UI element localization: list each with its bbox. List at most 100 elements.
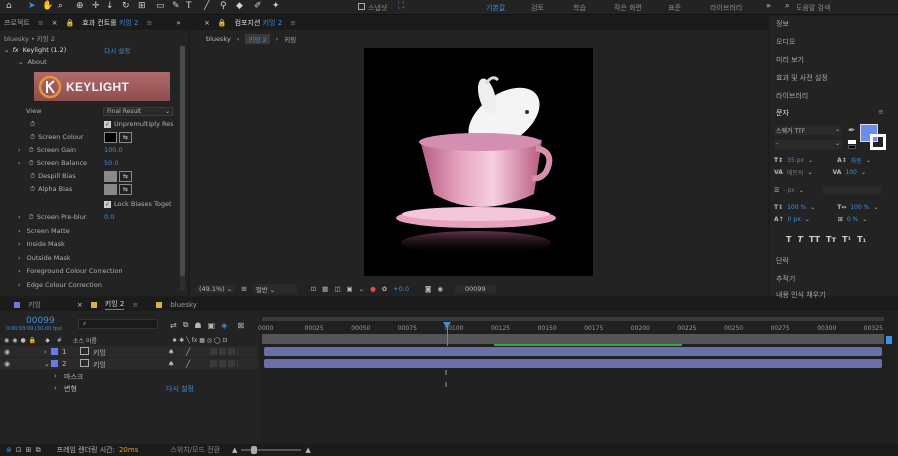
- expand-arrow-icon[interactable]: ›: [18, 213, 21, 221]
- shape-tool-icon[interactable]: ▭: [156, 1, 165, 11]
- workspace-learn[interactable]: 학습: [573, 3, 586, 13]
- grid-icon[interactable]: ▣: [346, 285, 352, 293]
- switch-boxes[interactable]: [210, 348, 238, 355]
- timeline-timecode[interactable]: 00099: [26, 316, 55, 326]
- transform-reset-link[interactable]: 다시 설정: [166, 384, 194, 394]
- expand-arrow-icon[interactable]: ›: [18, 267, 21, 275]
- unpremultiply-checkbox[interactable]: ✓: [104, 120, 111, 128]
- snap-checkbox[interactable]: [358, 3, 365, 10]
- color-channels-icon[interactable]: ●: [370, 285, 376, 293]
- faux-bold-button[interactable]: T: [786, 235, 791, 244]
- tracking-value[interactable]: 100: [845, 169, 856, 176]
- tab-effect-controls[interactable]: 효과 컨트롤 키잉 2: [82, 18, 138, 28]
- selection-tool-icon[interactable]: ➤: [28, 1, 36, 11]
- panel-paragraph[interactable]: 단락: [776, 256, 789, 266]
- shy-switch-icon[interactable]: ♠: [168, 360, 174, 368]
- eyedropper-icon[interactable]: ✒: [848, 126, 856, 136]
- region-icon[interactable]: ⊡: [311, 285, 316, 293]
- workspace-libraries[interactable]: 라이브러리: [710, 3, 742, 13]
- baseline-value[interactable]: 0 px: [788, 216, 801, 223]
- breadcrumb-current[interactable]: 키잉 2: [245, 34, 270, 44]
- dolly-tool-icon[interactable]: ↓: [106, 1, 114, 11]
- stopwatch-icon[interactable]: ⏱: [30, 172, 35, 181]
- screen-colour-swatch[interactable]: [104, 131, 117, 143]
- expand-arrow-icon[interactable]: ›: [18, 281, 21, 289]
- group-inside-mask[interactable]: › Inside Mask: [0, 238, 180, 250]
- quality-switch-icon[interactable]: ╱: [186, 360, 190, 368]
- graph-editor-icon[interactable]: ⊠: [237, 321, 244, 330]
- stopwatch-icon[interactable]: ⏱: [29, 159, 34, 168]
- eraser-tool-icon[interactable]: ◆: [236, 1, 243, 11]
- stopwatch-icon[interactable]: ⏱: [29, 213, 34, 222]
- eyedropper-icon[interactable]: ⇆: [119, 131, 132, 143]
- group-outside-mask[interactable]: › Outside Mask: [0, 252, 180, 264]
- move-tool-icon[interactable]: ✛: [92, 1, 100, 11]
- in-out-icon[interactable]: ⧉: [36, 446, 41, 455]
- panel-info[interactable]: 정보: [776, 19, 789, 29]
- close-icon[interactable]: ×: [77, 301, 83, 309]
- pen-tool-icon[interactable]: ✎: [172, 1, 180, 11]
- layer-switches-icon[interactable]: ⊡: [16, 446, 22, 454]
- lock-biases-checkbox[interactable]: ✓: [104, 200, 111, 208]
- frame-blending-icon[interactable]: ▣: [208, 321, 216, 330]
- white-swatch[interactable]: [848, 140, 856, 144]
- work-area-range[interactable]: [262, 334, 884, 344]
- panel-menu-icon[interactable]: ≡: [878, 108, 884, 116]
- breadcrumb-next[interactable]: 키잉: [284, 34, 296, 44]
- layer-2-duration-bar[interactable]: [264, 359, 882, 368]
- stroke-type-dropdown[interactable]: [821, 186, 882, 194]
- transparency-grid-icon[interactable]: ▦: [322, 285, 328, 293]
- panel-audio[interactable]: 오디오: [776, 37, 795, 47]
- workspace-default[interactable]: 기본값: [486, 3, 505, 13]
- stroke-width-value[interactable]: - px: [783, 187, 794, 194]
- resolution-icon[interactable]: ⊞: [241, 285, 246, 293]
- stopwatch-icon[interactable]: ⏱: [29, 146, 34, 155]
- black-swatch[interactable]: [848, 145, 856, 149]
- expand-arrow-icon[interactable]: ›: [44, 348, 47, 356]
- tab-keying-2[interactable]: 키잉 2: [104, 299, 125, 310]
- collapse-arrow-icon[interactable]: ⌄: [44, 360, 50, 368]
- exposure-icon[interactable]: ✿: [382, 285, 387, 293]
- expand-panels-icon[interactable]: »: [176, 19, 180, 27]
- small-caps-button[interactable]: Tт: [826, 235, 836, 244]
- panel-menu-icon[interactable]: ≡: [290, 19, 296, 27]
- scrollbar-thumb[interactable]: [180, 46, 185, 276]
- zoom-tool-icon[interactable]: ⌕: [58, 1, 63, 11]
- leading-value[interactable]: 자동: [851, 156, 862, 165]
- horizontal-scale-value[interactable]: 100 %: [850, 204, 869, 211]
- zoom-slider[interactable]: [241, 446, 302, 454]
- shy-layers-icon[interactable]: ☗: [194, 321, 201, 330]
- expand-arrow-icon[interactable]: ›: [18, 159, 21, 167]
- faux-italic-button[interactable]: T: [797, 235, 802, 244]
- group-edge-colour-correction[interactable]: › Edge Colour Correction: [0, 279, 180, 291]
- expand-arrow-icon[interactable]: ›: [18, 227, 21, 235]
- puppet-tool-icon[interactable]: ✦: [272, 1, 280, 11]
- panel-tracker[interactable]: 추적기: [776, 274, 795, 284]
- help-search-field[interactable]: 도움말 검색: [796, 3, 830, 13]
- visibility-eye-icon[interactable]: ◉: [4, 348, 10, 356]
- subscript-button[interactable]: T₁: [857, 235, 866, 244]
- lock-icon[interactable]: 🔒: [218, 19, 227, 27]
- scrollbar[interactable]: [180, 46, 185, 291]
- panel-character[interactable]: 문자: [776, 108, 789, 118]
- group-screen-matte[interactable]: › Screen Matte: [0, 225, 180, 237]
- layer-row-2[interactable]: ◉ ⌄ 2 키잉 ♠ ╱: [0, 358, 258, 369]
- resolution-dropdown[interactable]: 절반 ⌄: [252, 284, 297, 294]
- workspace-standard[interactable]: 표준: [668, 3, 681, 13]
- timecode-field[interactable]: 00099: [454, 285, 496, 293]
- type-tool-icon[interactable]: T: [186, 1, 192, 11]
- pan-behind-tool-icon[interactable]: ⊞: [138, 1, 146, 11]
- exposure-value[interactable]: +0.0: [393, 285, 409, 293]
- orbit-tool-icon[interactable]: ⊕: [76, 1, 84, 11]
- breadcrumb-root[interactable]: bluesky: [206, 35, 231, 43]
- show-snapshot-icon[interactable]: ◉: [437, 285, 443, 293]
- hand-tool-icon[interactable]: ✋: [42, 1, 53, 11]
- collapse-arrow-icon[interactable]: ⌄: [18, 58, 23, 66]
- stopwatch-icon[interactable]: ⏱: [30, 185, 35, 194]
- visibility-eye-icon[interactable]: ◉: [4, 360, 10, 368]
- motion-blur-icon[interactable]: ◈: [221, 321, 227, 330]
- screen-preblur-value[interactable]: 0.0: [104, 213, 114, 221]
- stopwatch-icon[interactable]: ⏱: [30, 133, 35, 142]
- home-icon[interactable]: ⌂: [6, 1, 12, 11]
- screen-gain-value[interactable]: 100.0: [104, 146, 123, 154]
